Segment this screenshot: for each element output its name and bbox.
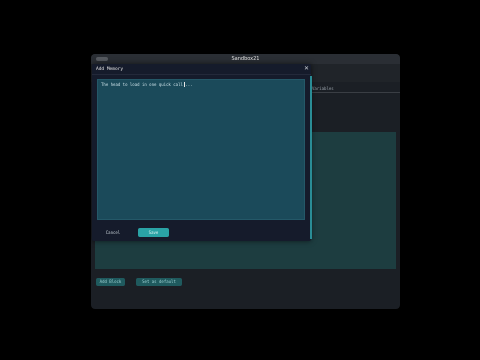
dialog-title: Add Memory [96,67,124,72]
cancel-button[interactable]: Cancel [102,229,124,237]
apple-logo-icon[interactable] [24,44,32,53]
window-title: Sandbox21 [231,56,260,62]
add-block-button[interactable]: Add Block [96,278,125,286]
add-memory-dialog: Add Memory ✕ The head to load in one qui… [92,64,312,241]
dialog-scrollbar[interactable] [310,76,312,239]
text-cursor-icon [184,82,185,87]
dialog-divider [92,74,311,75]
save-button[interactable]: Save [138,228,169,237]
set-default-button[interactable]: Set as default [136,278,182,286]
close-icon[interactable]: ✕ [303,65,310,72]
tab-underline [310,92,400,93]
memory-text-editor[interactable]: The head to load in one quick call ... [97,79,305,220]
